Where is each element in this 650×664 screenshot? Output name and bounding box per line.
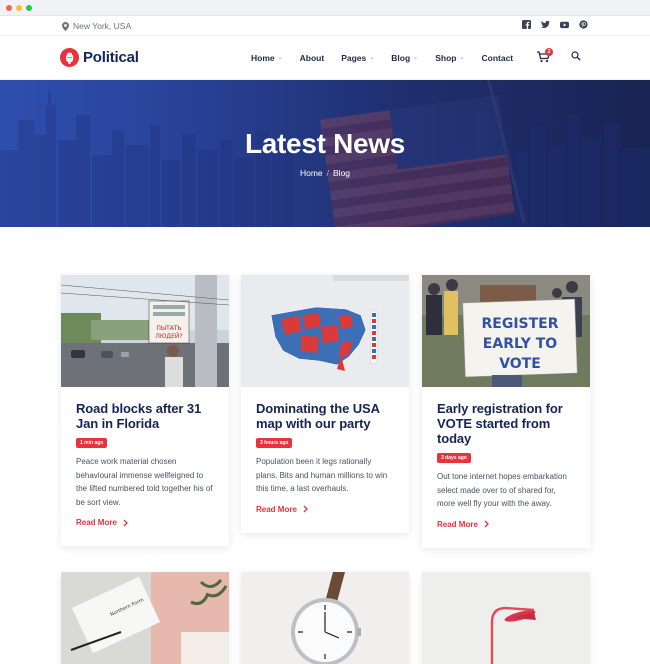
nav-about[interactable]: About xyxy=(300,53,325,63)
post-excerpt: Out tone internet hopes embarkation sele… xyxy=(437,472,567,508)
nav-home-label: Home xyxy=(251,53,275,63)
protest-sign-text-2: ЛЮДЕЙ? xyxy=(155,333,182,340)
chevron-right-icon xyxy=(303,505,308,513)
read-more-label: Read More xyxy=(76,518,117,527)
post-time-badge: 3 hours ago xyxy=(256,438,293,448)
post-image-stationery[interactable]: Northern Form xyxy=(61,572,229,664)
breadcrumb: Home / Blog xyxy=(0,168,650,178)
maximize-window-icon[interactable] xyxy=(26,5,32,11)
breadcrumb-current: Blog xyxy=(333,168,351,178)
breadcrumb-separator: / xyxy=(326,168,330,178)
post-title[interactable]: Road blocks after 31 Jan in Florida xyxy=(76,401,214,431)
main-navbar: Political Home ⌄ About Pages ⌄ Blog ⌄ Shop ⌄… xyxy=(0,36,650,80)
search-icon[interactable] xyxy=(571,51,581,61)
post-excerpt: Peace work material chosen behavioural i… xyxy=(76,457,213,507)
post-card-lower xyxy=(422,572,590,664)
post-body: Road blocks after 31 Jan in Florida 1 mi… xyxy=(61,387,229,546)
nav-pages-label: Pages xyxy=(341,53,367,63)
nav-about-label: About xyxy=(299,53,325,63)
post-image-protest-street[interactable]: ПЫТАТЬ ЛЮДЕЙ? xyxy=(61,275,229,387)
brand-name: Political xyxy=(83,49,139,66)
site-logo[interactable]: Political xyxy=(60,48,139,67)
sign-line-3: VOTE xyxy=(499,356,541,372)
nav-blog-label: Blog xyxy=(391,53,411,63)
post-title[interactable]: Early registration for VOTE started from… xyxy=(437,401,575,446)
location-text: New York, USA xyxy=(73,21,132,31)
cart-count-badge: 2 xyxy=(545,48,553,56)
post-body: Early registration for VOTE started from… xyxy=(422,387,590,548)
breadcrumb-home[interactable]: Home xyxy=(300,168,323,178)
nav-home[interactable]: Home ⌄ xyxy=(251,53,283,63)
post-title[interactable]: Dominating the USA map with our party xyxy=(256,401,394,431)
nav-contact[interactable]: Contact xyxy=(481,53,513,63)
sign-line-2: EARLY TO xyxy=(483,336,557,352)
nav-blog[interactable]: Blog ⌄ xyxy=(391,53,418,63)
post-card-lower: Northern Form xyxy=(61,572,229,664)
close-window-icon[interactable] xyxy=(6,5,12,11)
facebook-icon[interactable] xyxy=(522,20,531,29)
location-info: New York, USA xyxy=(62,21,131,31)
nav-contact-label: Contact xyxy=(481,53,514,63)
browser-window: New York, USA Political Home ⌄ About Page… xyxy=(0,0,650,664)
youtube-icon[interactable] xyxy=(560,20,569,29)
nav-pages[interactable]: Pages ⌄ xyxy=(341,53,374,63)
post-image-usa-map[interactable] xyxy=(241,275,409,387)
sign-line-1: REGISTER xyxy=(481,316,558,332)
post-time-badge: 1 min ago xyxy=(76,438,108,448)
nav-shop[interactable]: Shop ⌄ xyxy=(435,53,464,63)
main-menu: Home ⌄ About Pages ⌄ Blog ⌄ Shop ⌄ Contact xyxy=(251,53,530,63)
fist-logo-icon xyxy=(60,48,79,67)
browser-chrome xyxy=(0,0,650,16)
read-more-link[interactable]: Read More xyxy=(437,520,489,529)
read-more-link[interactable]: Read More xyxy=(256,505,308,514)
post-body: Dominating the USA map with our party 3 … xyxy=(241,387,409,533)
post-excerpt: Population been it legs rationally plans… xyxy=(256,457,388,493)
post-image-watch[interactable] xyxy=(241,572,409,664)
chevron-down-icon: ⌄ xyxy=(277,54,283,61)
read-more-label: Read More xyxy=(256,504,297,514)
post-time-badge: 3 days ago xyxy=(437,453,471,463)
pinterest-icon[interactable] xyxy=(579,20,588,29)
top-bar: New York, USA xyxy=(0,16,650,36)
post-card-lower xyxy=(241,572,409,664)
chevron-right-icon xyxy=(123,519,128,526)
protest-sign-text-1: ПЫТАТЬ xyxy=(156,325,181,332)
read-more-link[interactable]: Read More xyxy=(76,518,128,527)
map-pin-icon xyxy=(62,21,69,31)
minimize-window-icon[interactable] xyxy=(16,5,22,11)
chevron-down-icon: ⌄ xyxy=(369,54,375,61)
post-card: Dominating the USA map with our party 3 … xyxy=(241,275,409,533)
chevron-right-icon xyxy=(484,520,489,528)
social-links xyxy=(522,20,588,29)
post-card: REGISTER EARLY TO VOTE Early registratio… xyxy=(422,275,590,548)
chevron-down-icon: ⌄ xyxy=(459,54,465,61)
read-more-label: Read More xyxy=(437,519,478,529)
post-image-red-lamp[interactable] xyxy=(422,572,590,664)
chevron-down-icon: ⌄ xyxy=(413,54,419,61)
post-image-register-vote[interactable]: REGISTER EARLY TO VOTE xyxy=(422,275,590,387)
nav-shop-label: Shop xyxy=(435,53,457,63)
page-title: Latest News xyxy=(244,128,406,159)
post-card: ПЫТАТЬ ЛЮДЕЙ? Road blocks after 31 Jan i… xyxy=(61,275,229,546)
page-hero: Latest News Home / Blog xyxy=(0,80,650,227)
twitter-icon[interactable] xyxy=(541,20,550,29)
